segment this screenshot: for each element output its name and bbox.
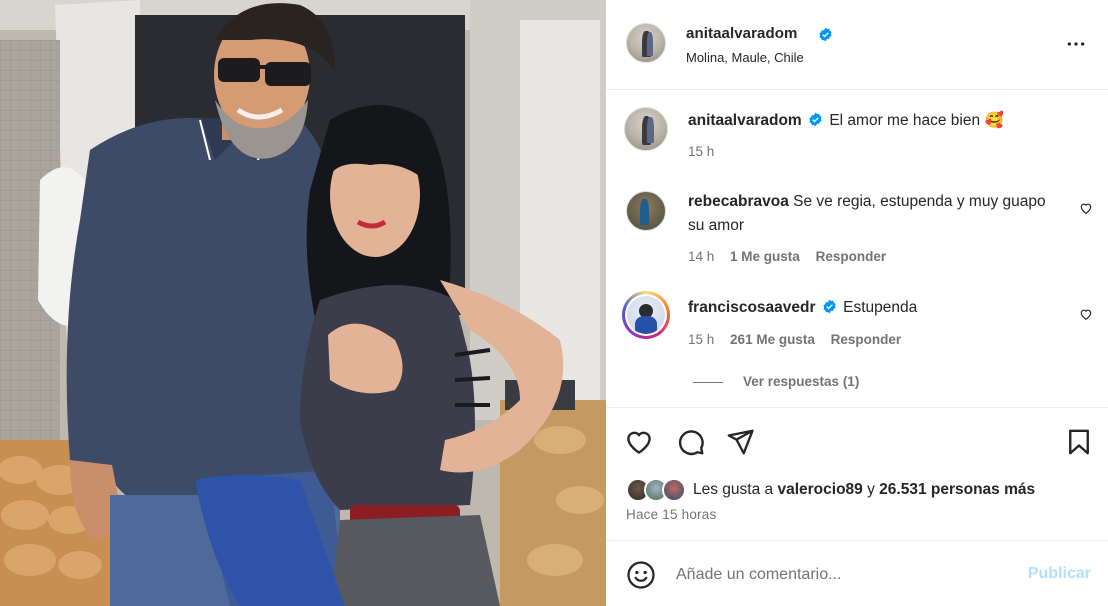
- comment-username[interactable]: rebecabravoa: [688, 193, 789, 210]
- likes-middle: y: [867, 481, 875, 498]
- emoji-smile-icon[interactable]: [626, 560, 656, 590]
- post-details-panel: anitaalvaradom Molina, Maule, Chile anit…: [606, 0, 1108, 606]
- caption-author-avatar[interactable]: [624, 107, 668, 151]
- comment-likes-link[interactable]: 261 Me gusta: [730, 332, 815, 347]
- likes-prefix: Les gusta a: [693, 481, 774, 498]
- caption-username[interactable]: anitaalvaradom: [688, 112, 802, 129]
- comment-input[interactable]: [676, 560, 1016, 590]
- comment-time: 15 h: [688, 332, 715, 347]
- liked-by-avatars[interactable]: [626, 478, 688, 502]
- post-location[interactable]: Molina, Maule, Chile: [686, 50, 804, 65]
- comments-section: anitaalvaradom El amor me hace bien 🥰 15…: [606, 91, 1108, 407]
- verified-badge-icon: [823, 299, 836, 314]
- comment-avatar-story-ring[interactable]: [622, 291, 670, 339]
- more-horizontal-icon[interactable]: [1066, 34, 1086, 54]
- comment-text: Estupenda: [843, 299, 918, 316]
- author-avatar[interactable]: [626, 23, 666, 63]
- publish-button[interactable]: Publicar: [1028, 565, 1091, 583]
- post-timestamp[interactable]: Hace 15 horas: [626, 507, 716, 522]
- caption: anitaalvaradom El amor me hace bien 🥰: [688, 109, 1088, 133]
- comment-text-block: franciscosaavedr Estupenda: [688, 296, 1048, 320]
- view-replies-button[interactable]: Ver respuestas (1): [693, 374, 859, 389]
- comment-username[interactable]: franciscosaavedr: [688, 299, 816, 316]
- comment-bubble-icon[interactable]: [676, 427, 706, 457]
- post-photo[interactable]: [0, 0, 606, 606]
- send-paper-plane-icon[interactable]: [725, 427, 755, 457]
- verified-badge-icon: [809, 112, 822, 127]
- bookmark-icon[interactable]: [1064, 427, 1094, 457]
- liker-avatar: [662, 478, 686, 502]
- caption-emoji: 🥰: [984, 112, 1004, 129]
- comment-reply-button[interactable]: Responder: [816, 249, 887, 264]
- comment-likes-link[interactable]: 1 Me gusta: [730, 249, 800, 264]
- comment-time: 14 h: [688, 249, 715, 264]
- post-actions: Les gusta a valerocio89 y 26.531 persona…: [606, 407, 1108, 540]
- likes-count-link[interactable]: 26.531 personas más: [879, 481, 1035, 498]
- view-replies-label: Ver respuestas (1): [743, 374, 860, 389]
- comment-text-block: rebecabravoa Se ve regia, estupenda y mu…: [688, 190, 1048, 238]
- post-image: [0, 0, 606, 606]
- post-header: anitaalvaradom Molina, Maule, Chile: [606, 0, 1108, 90]
- caption-time: 15 h: [688, 144, 715, 159]
- likes-summary: Les gusta a valerocio89 y 26.531 persona…: [693, 481, 1035, 499]
- caption-text: El amor me hace bien: [829, 112, 981, 129]
- heart-icon[interactable]: [624, 427, 654, 457]
- comment-meta: 14 h 1 Me gusta Responder: [688, 249, 886, 264]
- comment-like-heart-icon[interactable]: [1079, 201, 1093, 215]
- replies-divider-line: [693, 381, 723, 383]
- verified-badge-icon: [819, 27, 832, 42]
- liker-username[interactable]: valerocio89: [777, 481, 862, 498]
- comment-reply-button[interactable]: Responder: [831, 332, 902, 347]
- comment-avatar[interactable]: [626, 191, 666, 231]
- comment-meta: 15 h 261 Me gusta Responder: [688, 332, 901, 347]
- comment-like-heart-icon[interactable]: [1079, 307, 1093, 321]
- add-comment-bar: Publicar: [606, 540, 1108, 606]
- author-username[interactable]: anitaalvaradom: [686, 25, 797, 42]
